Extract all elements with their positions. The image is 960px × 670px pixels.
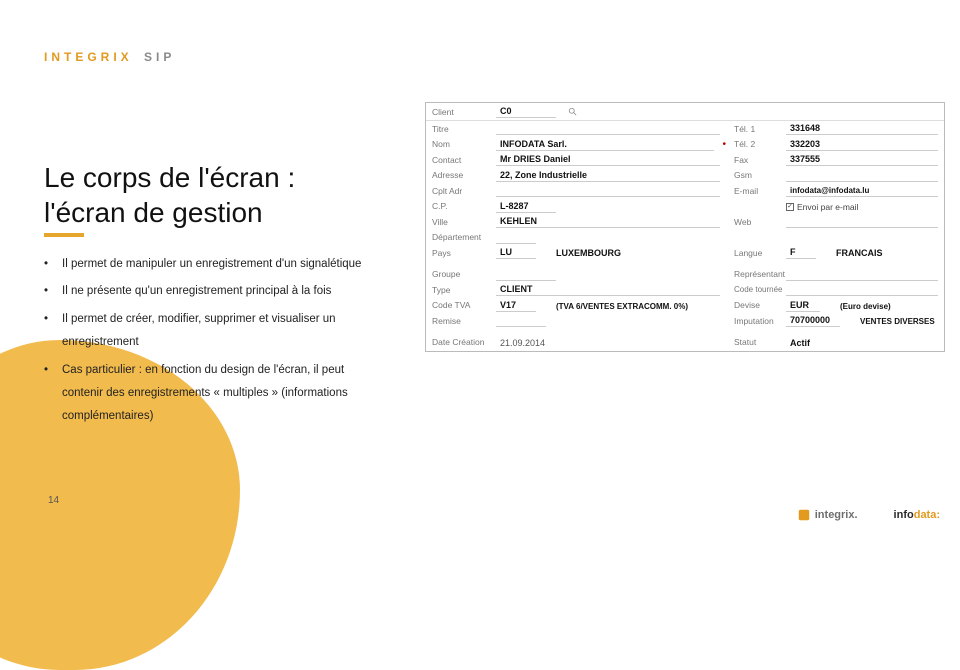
imput-label: Imputation (726, 316, 786, 326)
cp-field[interactable]: L-8287 (496, 200, 556, 213)
devise-label: Devise (726, 300, 786, 310)
form-panel: Client C0 Titre NomINFODATA Sarl.• Conta… (425, 102, 945, 352)
langue-code-field[interactable]: F (786, 246, 816, 259)
bullet-1: Il permet de manipuler un enregistrement… (44, 255, 419, 273)
email-label: E-mail (726, 186, 786, 196)
bullet-3a: Il permet de créer, modifier, supprimer … (44, 310, 419, 328)
pays-label: Pays (426, 248, 496, 258)
type-label: Type (426, 285, 496, 295)
ville-field[interactable]: KEHLEN (496, 215, 720, 228)
bullet-4c: complémentaires) (44, 407, 419, 425)
codetva-label: Code TVA (426, 300, 496, 310)
title-line-1: Le corps de l'écran : (44, 162, 295, 193)
rep-label: Représentant (726, 269, 786, 279)
codetva-code-field[interactable]: V17 (496, 299, 536, 312)
statut-value: Actif (786, 336, 938, 349)
tel1-field[interactable]: 331648 (786, 122, 938, 135)
gsm-field[interactable] (786, 169, 938, 182)
bullet-4a: Cas particulier : en fonction du design … (44, 361, 419, 379)
pays-name: LUXEMBOURG (552, 246, 720, 259)
client-value: C0 (496, 106, 512, 116)
footer-brandbar: integrix. infodata: (797, 508, 940, 522)
groupe-field[interactable] (496, 268, 556, 281)
footer-brand-integrix: integrix. (797, 508, 858, 522)
dept-field[interactable] (496, 231, 536, 244)
footer-brand-infodata: infodata: (894, 509, 940, 521)
integrix-logo-icon (797, 508, 811, 522)
statut-label: Statut (726, 337, 786, 347)
date-label: Date Création (426, 337, 496, 347)
web-field[interactable] (786, 215, 938, 228)
dept-label: Département (426, 232, 496, 242)
adresse-label: Adresse (426, 170, 496, 180)
contact-field[interactable]: Mr DRIES Daniel (496, 153, 720, 166)
page-number: 14 (48, 495, 59, 506)
codetva-name: (TVA 6/VENTES EXTRACOMM. 0%) (552, 299, 720, 312)
bullet-3b: enregistrement (44, 333, 419, 351)
imput-code-field[interactable]: 70700000 (786, 314, 840, 327)
tel2-label: Tél. 2 (726, 139, 786, 149)
gsm-label: Gsm (726, 170, 786, 180)
titre-label: Titre (426, 124, 496, 134)
client-label: Client (426, 107, 496, 117)
groupe-label: Groupe (426, 269, 496, 279)
brand-primary: INTEGRIX (44, 50, 133, 64)
tel1-label: Tél. 1 (726, 124, 786, 134)
imput-name: VENTES DIVERSES (856, 314, 938, 327)
langue-label: Langue (726, 248, 786, 258)
title-accent-bar (44, 233, 84, 237)
langue-name: FRANCAIS (832, 246, 938, 259)
title-line-2: l'écran de gestion (44, 195, 295, 230)
cplt-label: Cplt Adr (426, 186, 496, 196)
tournee-label: Code tournée (726, 285, 786, 294)
ville-label: Ville (426, 217, 496, 227)
devise-name: (Euro devise) (836, 299, 938, 312)
devise-code-field[interactable]: EUR (786, 299, 820, 312)
tel2-field[interactable]: 332203 (786, 138, 938, 151)
adresse-field[interactable]: 22, Zone Industrielle (496, 169, 720, 182)
remise-label: Remise (426, 316, 496, 326)
web-label: Web (726, 217, 786, 227)
contact-label: Contact (426, 155, 496, 165)
titre-field[interactable] (496, 122, 720, 135)
bullet-list: Il permet de manipuler un enregistrement… (44, 255, 419, 435)
search-icon[interactable] (568, 107, 578, 117)
nom-label: Nom (426, 139, 496, 149)
envoi-checkbox[interactable]: ✓Envoi par e-mail (786, 200, 938, 213)
client-field[interactable]: C0 (496, 105, 556, 118)
rep-field[interactable] (786, 268, 938, 281)
date-value: 21.09.2014 (496, 336, 720, 349)
cp-label: C.P. (426, 201, 496, 211)
pays-code-field[interactable]: LU (496, 246, 536, 259)
nom-field[interactable]: INFODATA Sarl. (496, 138, 714, 151)
header-brand: INTEGRIX SIP (44, 50, 175, 64)
email-field[interactable]: infodata@infodata.lu (786, 184, 938, 197)
bullet-2: Il ne présente qu'un enregistrement prin… (44, 282, 419, 300)
bullet-4b: contenir des enregistrements « multiples… (44, 384, 419, 402)
tournee-field[interactable] (786, 283, 938, 296)
page-title: Le corps de l'écran : l'écran de gestion (44, 160, 295, 230)
fax-field[interactable]: 337555 (786, 153, 938, 166)
remise-field[interactable] (496, 314, 546, 327)
type-field[interactable]: CLIENT (496, 283, 720, 296)
fax-label: Fax (726, 155, 786, 165)
cplt-field[interactable] (496, 184, 720, 197)
checkbox-icon: ✓ (786, 203, 794, 211)
brand-secondary: SIP (144, 50, 175, 64)
